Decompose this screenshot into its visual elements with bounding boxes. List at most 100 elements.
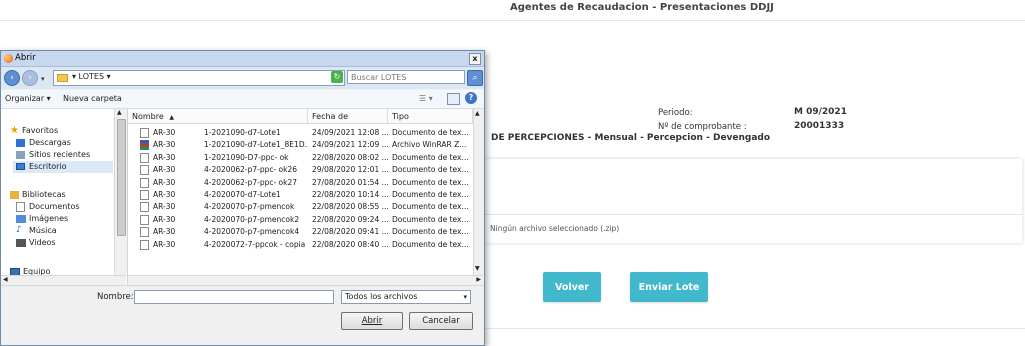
footer-divider bbox=[484, 328, 1025, 329]
file-type: Documento de tex... bbox=[392, 239, 469, 249]
nav-videos[interactable]: Videos bbox=[29, 238, 56, 247]
forward-arrow-icon[interactable]: › bbox=[22, 70, 38, 86]
libraries-icon bbox=[10, 191, 19, 199]
file-row[interactable]: AR-30 4-2020062-p7-ppc- ok26 29/08/2020 12… bbox=[128, 164, 473, 176]
file-date: 22/08/2020 10:14 ... bbox=[312, 190, 389, 199]
file-row[interactable]: AR-30 4-2020070-p7-pmencok4 22/08/2020 09:… bbox=[128, 226, 473, 238]
videos-icon bbox=[16, 239, 26, 247]
desktop-icon bbox=[16, 163, 25, 170]
file-date: 22/08/2020 09:41 ... bbox=[312, 227, 389, 237]
abrir-button[interactable]: Abrir bbox=[341, 312, 403, 330]
nav-escritorio[interactable]: Escritorio bbox=[29, 162, 67, 171]
nav-musica[interactable]: Música bbox=[29, 226, 57, 235]
close-button[interactable]: x bbox=[469, 53, 481, 65]
new-folder-button[interactable]: Nueva carpeta bbox=[63, 94, 122, 103]
open-file-dialog: Abrir x ‹ › ▾ ▾ LOTES ▾ ▾ ↻ Buscar LOTES… bbox=[0, 50, 485, 346]
column-type[interactable]: Tipo bbox=[388, 109, 473, 124]
download-folder-icon bbox=[16, 139, 25, 147]
comprobante-value: 20001333 bbox=[794, 121, 845, 131]
periodo-label: Periodo: bbox=[658, 108, 693, 118]
file-type: Documento de tex... bbox=[392, 214, 469, 224]
list-scroll-right-icon[interactable]: ▶ bbox=[476, 276, 481, 283]
text-file-icon bbox=[140, 165, 149, 176]
file-row[interactable]: AR-30 4-2020062-p7-ppc- ok27 27/08/2020 01… bbox=[128, 177, 473, 189]
nav-bibliotecas[interactable]: Bibliotecas bbox=[22, 190, 66, 199]
enviar-lote-button[interactable]: Enviar Lote bbox=[630, 272, 708, 302]
search-input[interactable]: Buscar LOTES bbox=[347, 70, 465, 84]
file-row[interactable]: AR-30 4-2020072-7-ppcok - copia 22/08/2020… bbox=[128, 239, 473, 251]
images-icon bbox=[16, 215, 26, 223]
scroll-up-icon[interactable]: ▲ bbox=[117, 109, 122, 116]
file-date: 24/09/2021 12:08 ... bbox=[312, 128, 389, 137]
volver-button[interactable]: Volver bbox=[543, 272, 601, 302]
text-file-icon bbox=[140, 202, 149, 213]
nav-scrollbar[interactable]: ▲ bbox=[114, 109, 127, 277]
file-date: 29/08/2020 12:01 ... bbox=[312, 165, 389, 175]
scroll-left-icon[interactable]: ◀ bbox=[3, 276, 8, 283]
file-date: 22/08/2020 08:40 ... bbox=[312, 239, 389, 249]
text-file-icon bbox=[140, 239, 149, 250]
file-type: Documento de tex... bbox=[392, 152, 469, 162]
file-prefix: AR-30 bbox=[153, 227, 176, 237]
file-type: Archivo WinRAR Z... bbox=[392, 140, 467, 150]
file-row[interactable]: AR-30 4-2020070-d7-Lote1 22/08/2020 10:14 … bbox=[128, 189, 473, 201]
file-date: 22/08/2020 08:02 ... bbox=[312, 152, 389, 162]
file-list-scrollbar[interactable]: ▲ ▼ bbox=[473, 109, 484, 275]
file-prefix: AR-30 bbox=[153, 128, 176, 137]
card-divider bbox=[484, 214, 1022, 215]
organize-menu[interactable]: Organizar ▾ bbox=[5, 94, 51, 103]
documents-icon bbox=[16, 202, 25, 212]
page-title: Agentes de Recaudacion - Presentaciones … bbox=[510, 2, 774, 13]
recent-locations-icon[interactable]: ▾ bbox=[41, 75, 45, 83]
file-date: 24/09/2021 12:09 ... bbox=[312, 140, 389, 150]
filter-dropdown-icon[interactable]: ▾ bbox=[463, 291, 467, 303]
file-row[interactable]: AR-30 1-2021090-D7-ppc- ok 22/08/2020 08:0… bbox=[128, 152, 473, 164]
dialog-title: Abrir bbox=[15, 53, 36, 63]
view-options-icon[interactable]: ☰ ▾ bbox=[419, 94, 433, 103]
cancelar-button[interactable]: Cancelar bbox=[409, 312, 473, 330]
refresh-icon[interactable]: ↻ bbox=[331, 71, 343, 83]
address-path[interactable]: ▾ LOTES ▾ ▾ bbox=[53, 70, 345, 86]
text-file-icon bbox=[140, 190, 149, 200]
file-prefix: AR-30 bbox=[153, 202, 176, 212]
list-scroll-up-icon[interactable]: ▲ bbox=[475, 110, 480, 117]
file-name: 4-2020070-p7-pmencok2 bbox=[204, 214, 300, 224]
text-file-icon bbox=[140, 227, 149, 238]
file-name: 1-2021090-D7-ppc- ok bbox=[204, 152, 289, 162]
nav-documentos[interactable]: Documentos bbox=[29, 202, 80, 211]
file-date: 22/08/2020 09:24 ... bbox=[312, 214, 389, 224]
file-type-filter[interactable]: Todos los archivos ▾ bbox=[341, 290, 471, 304]
dialog-titlebar[interactable]: Abrir x bbox=[1, 51, 484, 67]
column-name[interactable]: Nombre ▲ bbox=[128, 109, 308, 124]
nav-descargas[interactable]: Descargas bbox=[29, 138, 71, 147]
back-arrow-icon[interactable]: ‹ bbox=[4, 70, 20, 86]
file-row[interactable]: AR-30 4-2020070-p7-pmencok 22/08/2020 08:5… bbox=[128, 201, 473, 213]
text-file-icon bbox=[140, 152, 149, 163]
file-name: 1-2021090-d7-Lote1 bbox=[204, 128, 281, 137]
address-bar: ‹ › ▾ ▾ LOTES ▾ ▾ ↻ Buscar LOTES ⌕ bbox=[1, 67, 484, 89]
file-type: Documento de tex... bbox=[392, 227, 469, 237]
search-icon[interactable]: ⌕ bbox=[467, 70, 483, 86]
file-type-filter-value: Todos los archivos bbox=[345, 292, 418, 301]
file-row[interactable]: AR-30 1-2021090-d7-Lote1_8E1D... 24/09/202… bbox=[128, 139, 473, 151]
file-type: Documento de tex... bbox=[392, 165, 469, 175]
file-name: 1-2021090-d7-Lote1_8E1D... bbox=[204, 140, 308, 150]
winrar-icon bbox=[140, 140, 149, 151]
sort-ascending-icon: ▲ bbox=[169, 114, 174, 121]
nav-scroll-thumb[interactable] bbox=[117, 119, 126, 236]
preview-pane-icon[interactable] bbox=[447, 93, 460, 105]
filename-input[interactable] bbox=[134, 290, 334, 304]
nav-imagenes[interactable]: Imágenes bbox=[29, 214, 68, 223]
comprobante-label: Nº de comprobante : bbox=[658, 122, 747, 132]
nav-sitios-recientes[interactable]: Sitios recientes bbox=[29, 150, 90, 159]
help-icon[interactable]: ? bbox=[465, 92, 477, 104]
file-list: AR-30 1-2021090-d7-Lote1 24/09/2021 12:08 … bbox=[128, 124, 473, 285]
column-date[interactable]: Fecha de modifica... bbox=[308, 109, 388, 136]
file-row[interactable]: AR-30 1-2021090-d7-Lote1 24/09/2021 12:08 … bbox=[128, 127, 473, 139]
music-note-icon: ♪ bbox=[16, 225, 22, 235]
dialog-bottom-panel: Nombre: Todos los archivos ▾ Abrir Cance… bbox=[1, 285, 484, 345]
file-prefix: AR-30 bbox=[153, 165, 176, 175]
file-row[interactable]: AR-30 4-2020070-p7-pmencok2 22/08/2020 09:… bbox=[128, 214, 473, 226]
list-scroll-down-icon[interactable]: ▼ bbox=[475, 265, 480, 272]
nav-favorites[interactable]: Favoritos bbox=[22, 126, 58, 135]
